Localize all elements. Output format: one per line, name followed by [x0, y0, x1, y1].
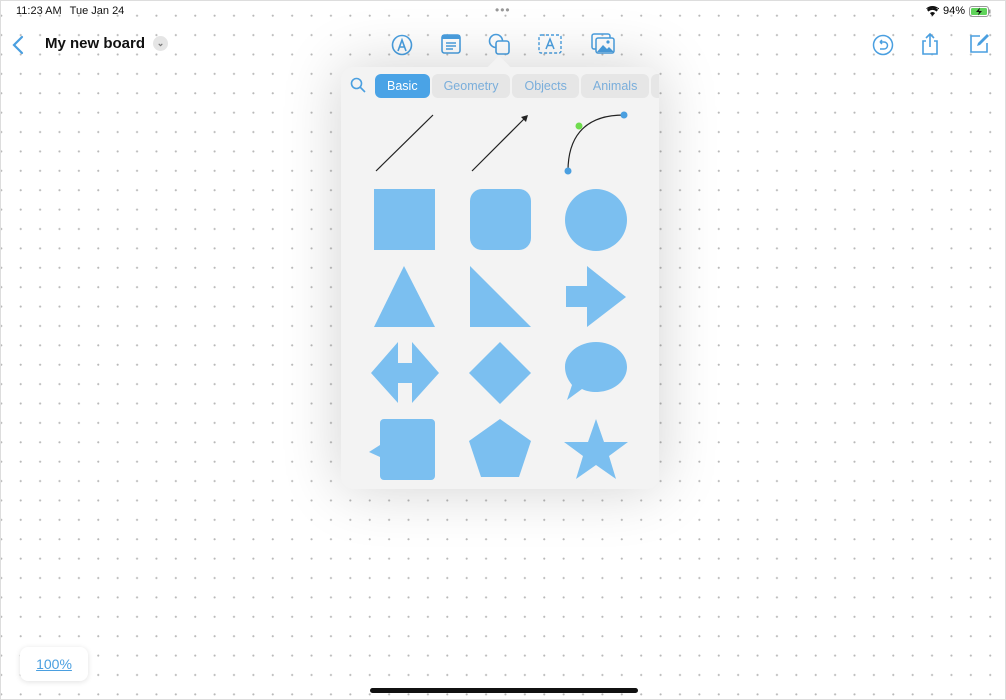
right-triangle-shape[interactable] — [470, 266, 531, 327]
speech-bubble-shape[interactable] — [565, 342, 627, 400]
circle-shape[interactable] — [565, 189, 627, 251]
share-icon[interactable] — [920, 32, 940, 56]
shapes-icon[interactable] — [488, 33, 512, 57]
callout-square-shape[interactable] — [369, 419, 435, 480]
home-indicator[interactable] — [370, 688, 638, 693]
note-icon[interactable] — [441, 34, 461, 54]
chevron-down-icon[interactable]: ⌄ — [153, 36, 169, 51]
battery-percent: 94% — [942, 5, 965, 17]
board-title[interactable]: My new board ⌄ — [45, 35, 169, 52]
compose-icon[interactable] — [968, 33, 990, 55]
status-right: 94% — [926, 5, 991, 17]
pentagon-shape[interactable] — [469, 419, 531, 477]
pen-icon[interactable] — [391, 34, 413, 56]
zoom-level-button[interactable]: 100% — [20, 647, 88, 681]
status-bar: 11:23 AM Tue Jan 24 — [16, 5, 132, 17]
double-arrow-shape[interactable] — [371, 342, 439, 403]
board-title-text: My new board — [45, 35, 146, 52]
time: 11:23 AM — [16, 5, 62, 17]
shapes-grid — [369, 111, 628, 480]
battery-charging-icon — [969, 5, 991, 17]
curve-shape[interactable] — [564, 111, 628, 175]
text-icon[interactable] — [538, 34, 562, 54]
triangle-shape[interactable] — [374, 266, 435, 327]
shapes-popover: Basic Geometry Objects Animals N — [341, 67, 659, 489]
line-shape[interactable] — [375, 114, 434, 172]
arrow-line-shape[interactable] — [471, 115, 528, 172]
diamond-shape[interactable] — [469, 342, 531, 404]
arrow-shape[interactable] — [566, 266, 626, 327]
back-icon[interactable] — [11, 35, 25, 55]
wifi-icon — [926, 6, 939, 16]
date: Tue Jan 24 — [69, 5, 125, 17]
star-shape[interactable] — [564, 419, 628, 479]
media-icon[interactable] — [591, 33, 615, 55]
undo-icon[interactable] — [872, 34, 894, 56]
square-shape[interactable] — [374, 189, 435, 250]
multitasking-dots[interactable]: ••• — [495, 3, 511, 17]
rounded-square-shape[interactable] — [470, 189, 531, 250]
